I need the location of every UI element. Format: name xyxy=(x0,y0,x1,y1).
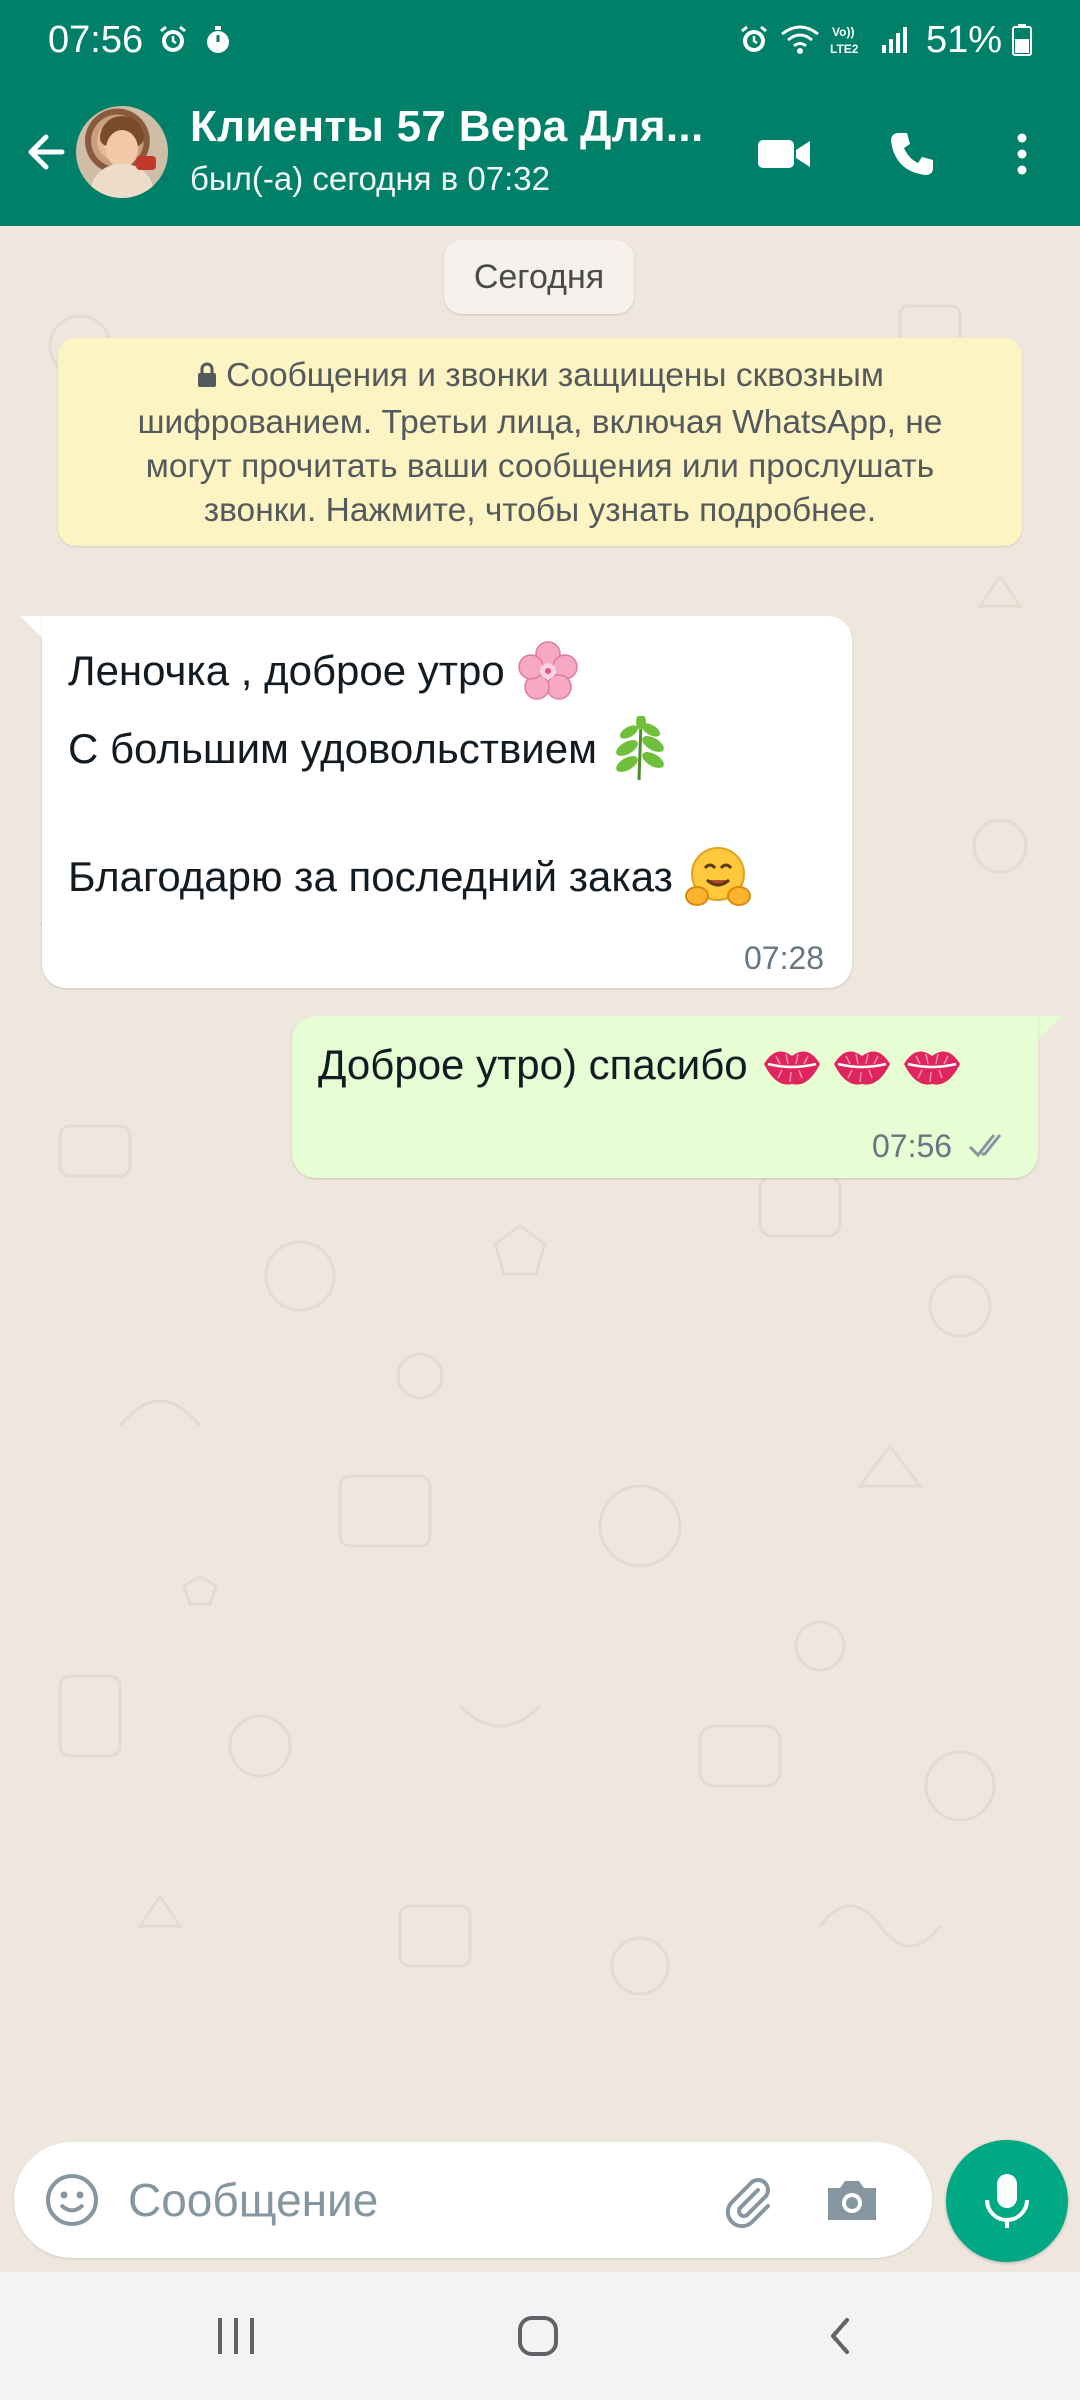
outgoing-line-text: Доброе утро) спасибо xyxy=(318,1041,748,1088)
message-timestamp: 07:28 xyxy=(744,940,825,976)
contact-info[interactable]: Клиенты 57 Вера Для... был(-а) сегодня в… xyxy=(190,102,730,198)
incoming-line-text: Леночка , доброе утро xyxy=(68,647,505,694)
status-left: 07:56 xyxy=(48,19,233,62)
outgoing-bubble-tail xyxy=(1036,1016,1062,1042)
camera-icon xyxy=(828,2181,876,2220)
message-timestamp: 07:56 xyxy=(872,1128,953,1164)
svg-text:Vo)): Vo)) xyxy=(832,25,854,39)
emoji-button[interactable] xyxy=(42,2170,102,2230)
more-vertical-icon xyxy=(1017,133,1027,175)
encryption-notice[interactable]: Сообщения и звонки защищены сквозным шиф… xyxy=(58,338,1022,546)
camera-button[interactable] xyxy=(822,2170,882,2230)
recent-apps-button[interactable] xyxy=(204,2304,268,2368)
home-button[interactable] xyxy=(506,2304,570,2368)
status-time: 07:56 xyxy=(48,18,144,61)
double-check-icon xyxy=(968,1134,1002,1158)
attach-button[interactable] xyxy=(718,2170,778,2230)
video-camera-icon xyxy=(758,140,810,168)
status-bar: 07:56 Vo)) LTE2 51% xyxy=(0,0,1080,80)
home-icon xyxy=(518,2316,558,2356)
incoming-line-text: Благодарю за последний заказ xyxy=(68,853,673,900)
encryption-notice-text: Сообщения и звонки защищены сквозным шиф… xyxy=(137,357,943,529)
chat-area[interactable]: Сегодня Сообщения и звонки защищены скво… xyxy=(0,226,1080,2126)
more-options-button[interactable] xyxy=(990,122,1054,186)
herb-icon xyxy=(616,716,664,781)
incoming-line-text: С большим удовольствием xyxy=(68,725,597,772)
date-separator: Сегодня xyxy=(444,240,634,314)
voice-call-button[interactable] xyxy=(880,122,944,186)
volte-icon: Vo)) LTE2 xyxy=(830,23,870,57)
kiss-mark-icon xyxy=(763,1051,820,1085)
phone-icon xyxy=(891,133,933,175)
kiss-mark-group xyxy=(760,1038,964,1092)
network-label: LTE2 xyxy=(830,42,859,56)
avatar[interactable] xyxy=(76,106,168,198)
message-composer xyxy=(14,2142,932,2258)
alarm-icon xyxy=(738,24,770,56)
message-input[interactable] xyxy=(126,2168,686,2232)
arrow-left-icon xyxy=(28,134,65,170)
incoming-message-line: Леночка , доброе утро xyxy=(68,640,579,702)
smiley-icon xyxy=(46,2174,98,2226)
battery-percent: 51% xyxy=(925,18,1002,61)
contact-last-seen: был(-а) сегодня в 07:32 xyxy=(190,160,550,197)
system-navigation-bar xyxy=(0,2272,1080,2400)
incoming-message-line: С большим удовольствием xyxy=(68,716,671,782)
status-right: Vo)) LTE2 51% xyxy=(738,19,1032,62)
back-button[interactable] xyxy=(18,122,78,182)
microphone-icon xyxy=(985,2174,1029,2228)
hugging-face-icon xyxy=(684,847,751,906)
outgoing-message-line: Доброе утро) спасибо xyxy=(318,1038,964,1092)
contact-name: Клиенты 57 Вера Для... xyxy=(190,102,704,151)
incoming-message-line: Благодарю за последний заказ xyxy=(68,844,751,910)
kiss-mark-icon xyxy=(903,1051,960,1085)
video-call-button[interactable] xyxy=(752,122,816,186)
avatar-face xyxy=(106,130,138,168)
signal-icon xyxy=(880,25,910,55)
lock-icon xyxy=(196,357,218,401)
incoming-message[interactable]: Леночка , доброе утро С большим удовольс… xyxy=(42,616,852,988)
alarm-icon xyxy=(157,24,189,56)
wifi-icon xyxy=(780,24,820,56)
outgoing-message[interactable]: Доброе утро) спасибо 07:56 xyxy=(292,1016,1038,1178)
chat-header: Клиенты 57 Вера Для... был(-а) сегодня в… xyxy=(0,80,1080,226)
system-back-button[interactable] xyxy=(808,2304,872,2368)
recent-apps-icon xyxy=(218,2318,254,2354)
voice-message-button[interactable] xyxy=(946,2140,1068,2262)
battery-icon xyxy=(1012,24,1032,56)
chevron-left-icon xyxy=(831,2318,849,2354)
paperclip-icon xyxy=(725,2178,770,2229)
timer-icon xyxy=(203,25,233,55)
cherry-blossom-icon xyxy=(517,641,578,700)
kiss-mark-icon xyxy=(833,1051,890,1085)
avatar-detail xyxy=(136,156,156,170)
